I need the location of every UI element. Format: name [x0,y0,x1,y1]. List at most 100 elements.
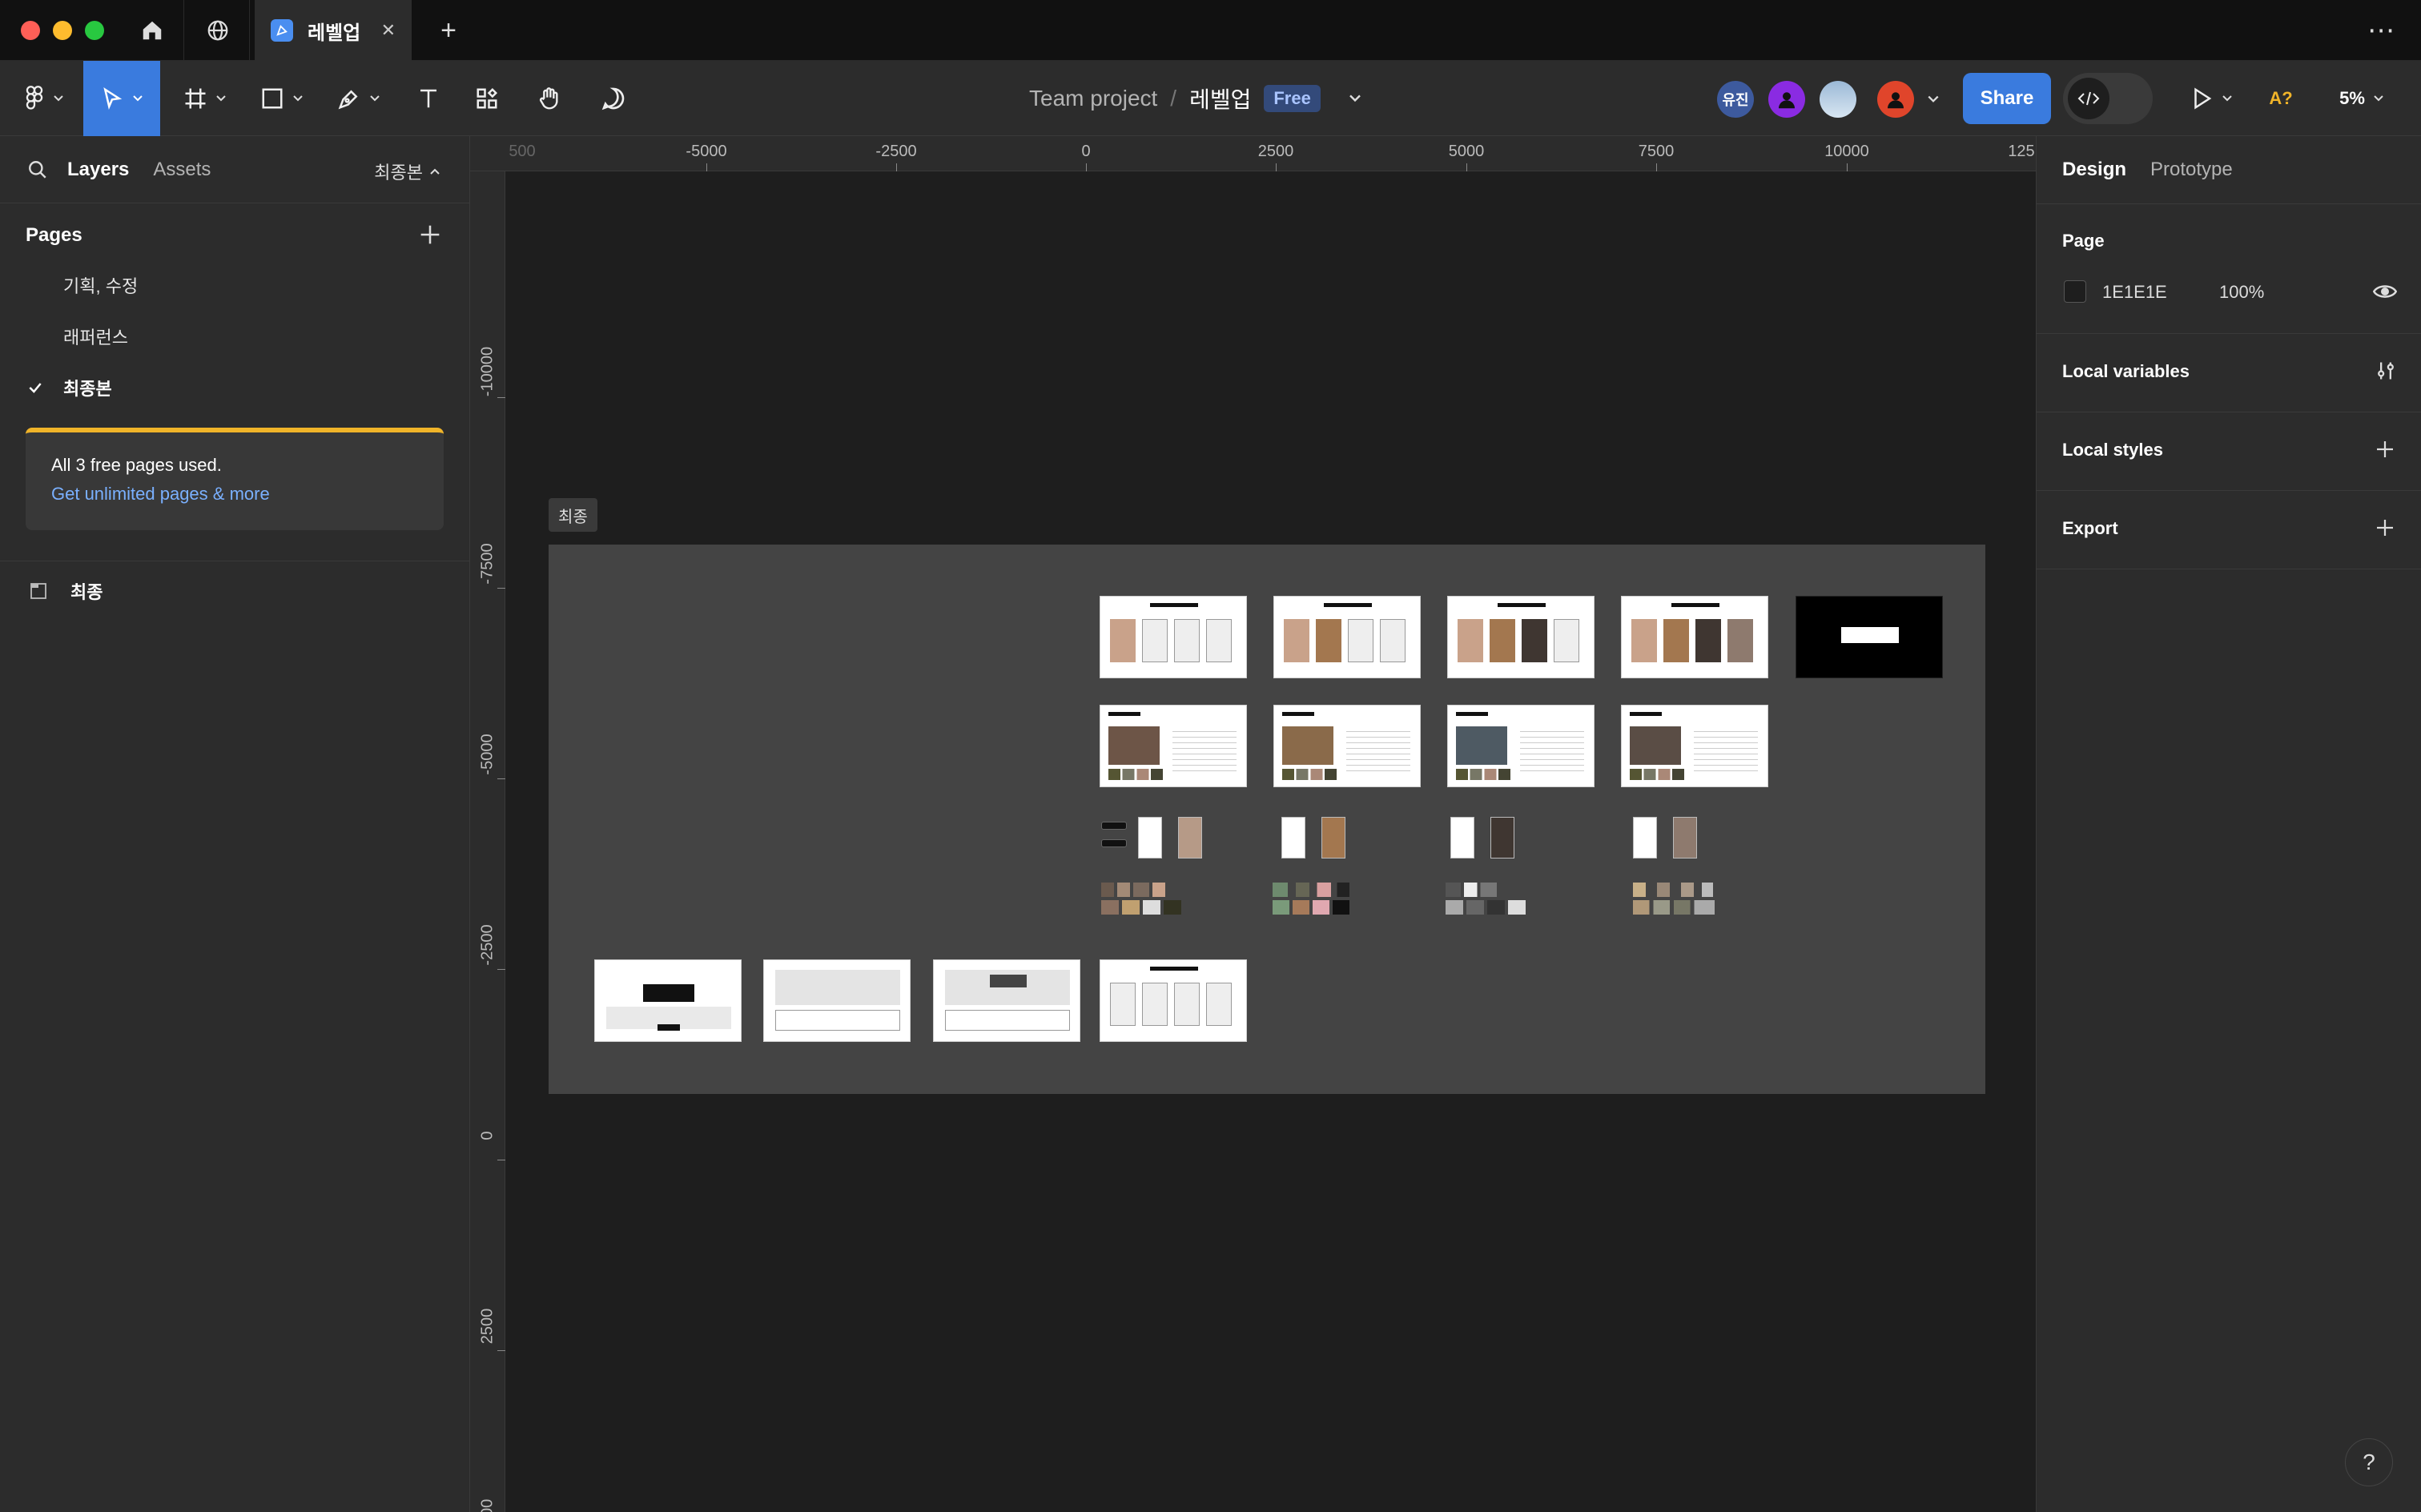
dev-mode-knob [2068,78,2109,119]
photo-gallery[interactable] [1633,883,1713,897]
profile-slide-thumbnail[interactable] [1621,705,1768,787]
slide-thumbnail[interactable] [1621,596,1768,678]
card-asset[interactable] [1633,817,1657,859]
pen-tool[interactable] [328,61,389,136]
photo-asset[interactable] [1490,817,1514,859]
tab-layers[interactable]: Layers [67,159,129,181]
label-asset[interactable] [1101,839,1127,847]
avatar-user-3[interactable] [1820,81,1856,118]
page-item[interactable]: 래퍼런스 [0,311,470,362]
photo-gallery[interactable] [1273,883,1349,897]
design-canvas[interactable]: 500 -5000 -2500 0 2500 5000 7500 10000 1… [470,136,2036,1512]
chevron-down-icon[interactable] [1348,94,1362,103]
present-button[interactable] [2183,61,2239,136]
frame-tool[interactable] [175,61,235,136]
photo-asset[interactable] [1178,817,1202,859]
slide-thumbnail-dark[interactable] [1796,596,1943,678]
ai-font-button[interactable]: A? [2257,61,2305,136]
label-asset[interactable] [1101,822,1127,830]
pen-icon [338,90,358,110]
profile-slide-thumbnail[interactable] [1100,705,1247,787]
plus-icon[interactable] [2373,516,2397,540]
file-name[interactable]: 레벨업 [1189,82,1251,115]
tab-design[interactable]: Design [2062,159,2126,181]
page-item-active[interactable]: 최종본 [0,362,470,413]
page-item[interactable]: 기획, 수정 [0,259,470,311]
zoom-dropdown[interactable]: 5% [2326,61,2398,136]
slide-thumbnail[interactable] [1447,596,1595,678]
photo-gallery[interactable] [1273,900,1349,915]
avatar-yujin[interactable]: 유진 [1717,81,1754,118]
slide-thumbnail[interactable] [1100,959,1247,1042]
export-title[interactable]: Export [2062,518,2118,539]
plan-badge[interactable]: Free [1264,85,1321,112]
version-label: 최종본 [374,163,423,183]
profile-slide-thumbnail[interactable] [1447,705,1595,787]
help-button[interactable]: ? [2345,1438,2393,1486]
ruler-label: -2500 [478,924,497,966]
hand-tool[interactable] [525,61,573,136]
photo-asset[interactable] [1673,817,1697,859]
chevron-down-icon[interactable] [1927,94,1940,104]
community-tab[interactable] [186,0,250,61]
minimize-window-button[interactable] [53,21,72,40]
card-asset[interactable] [1450,817,1474,859]
avatar-user-2[interactable] [1768,81,1805,118]
play-icon [2194,87,2212,110]
maximize-window-button[interactable] [85,21,104,40]
text-tool[interactable] [404,61,452,136]
section-icon [30,583,46,599]
slide-thumbnail[interactable] [763,959,911,1042]
photo-gallery[interactable] [1101,883,1165,897]
card-asset[interactable] [1281,817,1305,859]
section-frame[interactable] [549,545,1985,1094]
photo-asset[interactable] [1321,817,1345,859]
search-icon[interactable] [27,159,48,180]
photo-gallery[interactable] [1101,900,1181,915]
ruler-tick [497,969,505,970]
version-dropdown[interactable]: 최종본 [374,159,440,184]
page-opacity[interactable]: 100% [2219,282,2264,303]
comment-tool[interactable] [589,61,637,136]
pages-upsell-banner: All 3 free pages used. Get unlimited pag… [26,428,444,530]
team-name-link[interactable]: Team project [1029,86,1157,111]
slide-thumbnail[interactable] [933,959,1080,1042]
slide-thumbnail[interactable] [1273,596,1421,678]
cover-slide-thumbnail[interactable] [594,959,742,1042]
new-tab-button[interactable]: + [424,0,473,61]
move-tool[interactable] [83,61,160,136]
file-tab[interactable]: 레벨업 ✕ [255,0,412,61]
chevron-down-icon [216,95,226,102]
page-color-hex[interactable]: 1E1E1E [2102,282,2167,303]
page-color-swatch[interactable] [2064,280,2086,303]
ruler-label: 7500 [1638,143,1675,160]
sliders-icon[interactable] [2375,359,2397,383]
add-page-icon[interactable] [416,221,444,248]
layer-row[interactable]: 최종 [29,575,103,607]
tab-prototype[interactable]: Prototype [2150,159,2233,181]
tab-assets[interactable]: Assets [153,159,211,181]
close-tab-icon[interactable]: ✕ [381,20,396,41]
local-styles-title[interactable]: Local styles [2062,440,2163,460]
section-label[interactable]: 최종 [549,498,597,532]
dev-mode-toggle[interactable] [2063,73,2153,124]
card-asset[interactable] [1138,817,1162,859]
local-variables-title[interactable]: Local variables [2062,361,2190,382]
plus-icon[interactable] [2373,437,2397,461]
photo-gallery[interactable] [1446,883,1497,897]
eye-icon[interactable] [2373,282,2397,301]
profile-slide-thumbnail[interactable] [1273,705,1421,787]
shape-tool[interactable] [251,61,312,136]
close-window-button[interactable] [21,21,40,40]
share-button[interactable]: Share [1963,73,2051,124]
resources-tool[interactable] [463,61,511,136]
more-options-button[interactable]: ⋯ [2357,0,2405,61]
main-menu-button[interactable] [16,61,72,136]
slide-thumbnail[interactable] [1100,596,1247,678]
photo-gallery[interactable] [1446,900,1526,915]
avatar-user-4[interactable] [1877,81,1914,118]
right-sidebar: Design Prototype Page 1E1E1E 100% Local … [2036,136,2421,1512]
photo-gallery[interactable] [1633,900,1715,915]
home-tab[interactable] [120,0,184,61]
upsell-link[interactable]: Get unlimited pages & more [51,484,418,505]
